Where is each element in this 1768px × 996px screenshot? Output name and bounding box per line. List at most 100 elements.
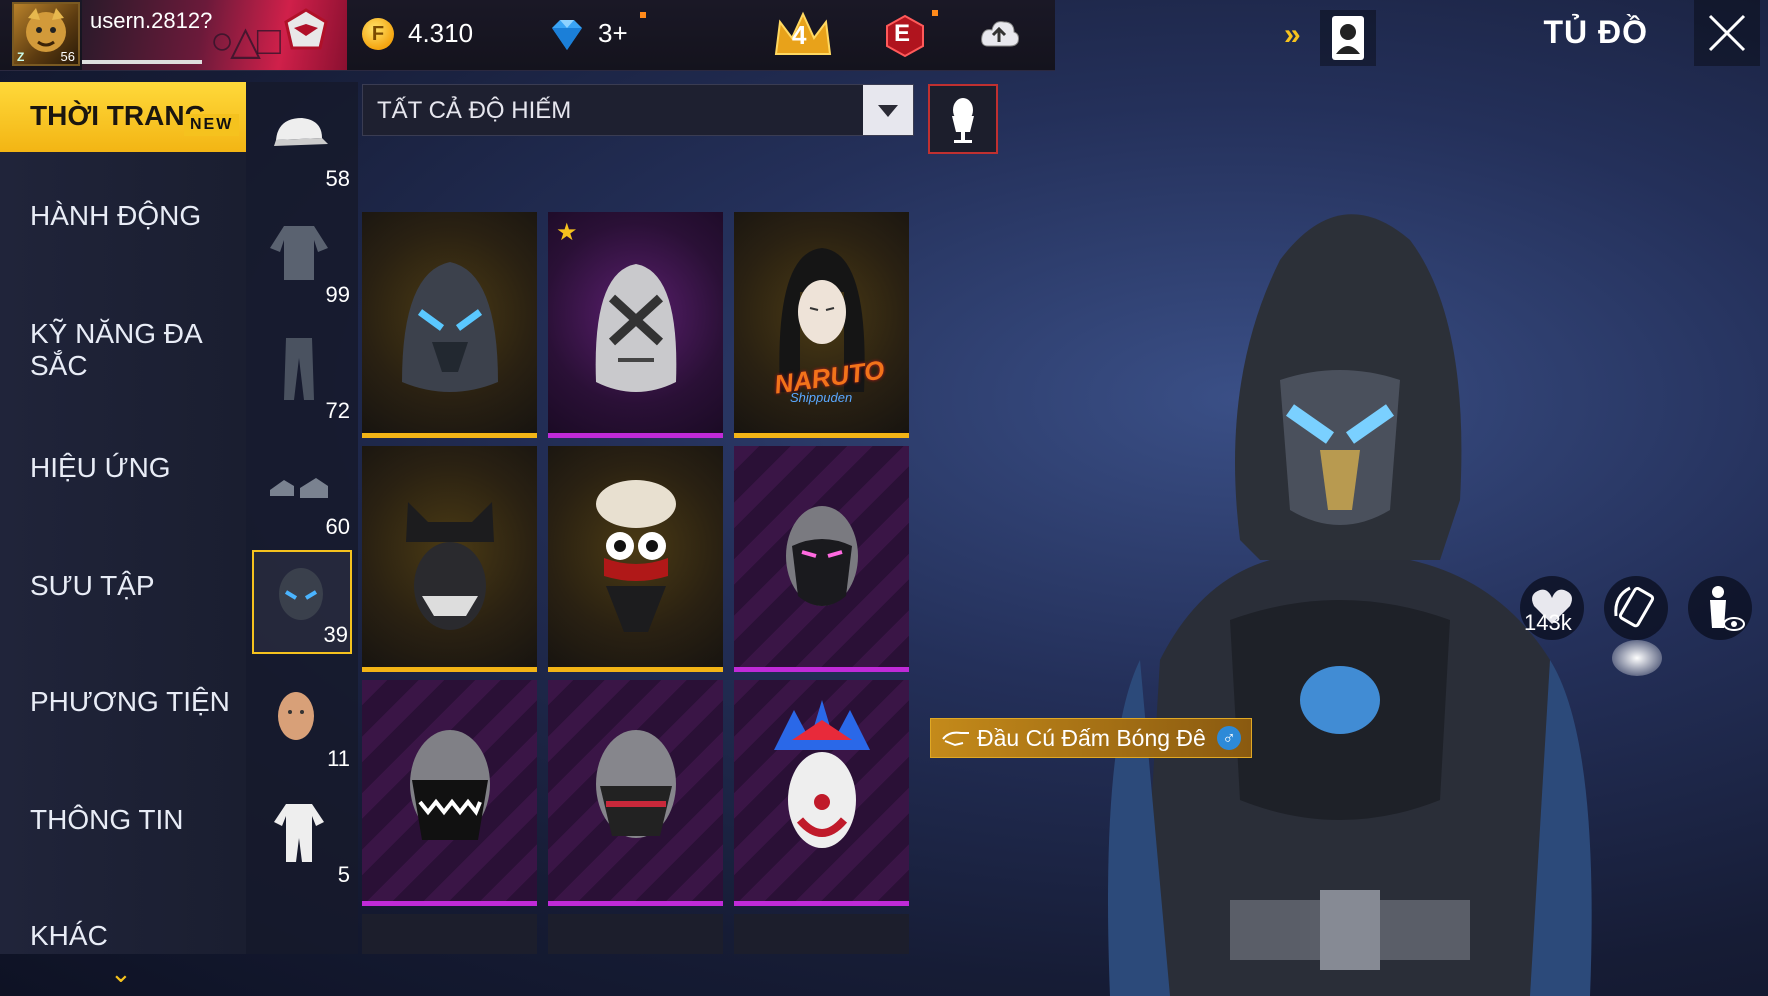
likes-count: 143k <box>1524 610 1572 635</box>
nav-label: THÔNG TIN <box>30 804 184 835</box>
item-tile[interactable] <box>548 680 723 906</box>
slot-count: 99 <box>325 282 350 307</box>
fang-mask-icon <box>596 730 676 838</box>
item-tile[interactable] <box>362 914 537 954</box>
nav-item-thong-tin[interactable]: THÔNG TIN <box>0 804 246 900</box>
avatar-badge: Z <box>17 50 25 64</box>
item-tile[interactable]: NARUTO Shippuden <box>734 212 909 438</box>
player-username: usern.2812? <box>90 8 213 33</box>
nav-item-ky-nang[interactable]: KỸ NĂNG ĐA SẮC <box>0 318 246 414</box>
slot-count: 58 <box>325 166 350 191</box>
nav-label: PHƯƠNG TIỆN <box>30 686 230 717</box>
slot-face[interactable]: 11 <box>252 672 352 776</box>
notification-dot <box>932 10 938 16</box>
character-eye-icon <box>1710 586 1745 631</box>
clown-mask-icon <box>774 700 870 848</box>
slot-count: 60 <box>325 514 350 539</box>
page-title: TỦ ĐỒ <box>1543 14 1648 50</box>
nav-label: HIỆU ỨNG <box>30 452 171 483</box>
player-level: 56 <box>60 49 75 64</box>
player-banner[interactable]: usern.2812? ○△□ <box>82 0 347 70</box>
slot-pants[interactable]: 72 <box>252 324 352 428</box>
item-tile[interactable] <box>734 914 909 954</box>
slot-count: 11 <box>327 746 350 771</box>
rarity-bar <box>362 901 537 906</box>
diamond-amount[interactable]: 3+ <box>598 18 628 49</box>
mannequin-button[interactable] <box>928 84 998 154</box>
slot-count: 72 <box>325 398 350 423</box>
nav-label: THỜI TRANG <box>30 100 207 131</box>
slot-column: 58 99 72 60 39 11 5 <box>246 82 358 954</box>
top-icon <box>270 226 328 280</box>
face-icon <box>278 692 314 740</box>
gold-coin-icon: F <box>362 18 394 50</box>
rarity-bar <box>734 667 909 672</box>
selected-item-name: Đầu Cú Đấm Bóng Đê <box>977 725 1206 751</box>
item-tile[interactable] <box>362 680 537 906</box>
teeth-mask-icon <box>410 730 490 840</box>
double-chevron-icon: » <box>1284 18 1301 51</box>
item-tile[interactable] <box>734 680 909 906</box>
pink-eye-mask-icon <box>786 506 858 606</box>
cloud-upload-icon[interactable] <box>978 14 1022 56</box>
nav-item-khac[interactable]: KHÁC <box>0 920 246 954</box>
close-button[interactable] <box>1694 0 1760 66</box>
item-tile[interactable] <box>362 446 537 672</box>
rotate-button[interactable] <box>1604 576 1668 640</box>
rarity-bar <box>362 433 537 438</box>
nav-label: KỸ NĂNG ĐA SẮC <box>30 318 202 381</box>
hand-point-icon <box>942 731 969 747</box>
rarity-bar <box>734 901 909 906</box>
slot-top[interactable]: 99 <box>252 208 352 312</box>
nav-item-phuong-tien[interactable]: PHƯƠNG TIỆN <box>0 686 246 782</box>
event-letter: E <box>894 20 911 47</box>
chevron-down-icon[interactable]: ⌄ <box>110 958 132 989</box>
dropdown-arrow-icon[interactable] <box>863 85 913 135</box>
pants-icon <box>284 338 314 400</box>
nav-item-hieu-ung[interactable]: HIỆU ỨNG <box>0 452 246 548</box>
rarity-bar <box>734 433 909 438</box>
xp-bar <box>82 60 202 64</box>
item-tile[interactable] <box>734 446 909 672</box>
rarity-bar <box>548 901 723 906</box>
rarity-filter-select[interactable]: TẤT CẢ ĐỘ HIẾM <box>362 84 914 136</box>
rotate-phone-icon <box>1614 586 1655 628</box>
rank-number: 4 <box>792 20 807 50</box>
favorite-star-icon[interactable]: ★ <box>556 218 578 247</box>
nav-item-hanh-dong[interactable]: HÀNH ĐỘNG <box>0 200 246 296</box>
shoes-icon <box>270 478 328 498</box>
eagle-emblem-icon <box>284 8 328 50</box>
slot-count: 5 <box>337 862 350 887</box>
slot-outfit[interactable]: 5 <box>252 788 352 892</box>
slot-shoes[interactable]: 60 <box>252 440 352 544</box>
hood-mask-icon <box>402 262 498 392</box>
notification-dot <box>640 12 646 18</box>
ticket-button[interactable] <box>1320 10 1376 66</box>
rarity-bar <box>548 433 723 438</box>
slot-head[interactable]: 39 <box>252 550 352 654</box>
view-character-button[interactable] <box>1688 576 1752 640</box>
nav-label: HÀNH ĐỘNG <box>30 200 202 231</box>
slot-cap[interactable]: 58 <box>252 92 352 196</box>
rarity-bar <box>362 667 537 672</box>
item-tile[interactable] <box>548 914 723 954</box>
new-badge: NEW <box>184 114 240 136</box>
character-card-icon <box>1332 16 1364 60</box>
close-icon <box>1708 14 1746 52</box>
diamond-icon <box>552 20 582 50</box>
item-tile[interactable] <box>362 212 537 438</box>
item-tile[interactable] <box>548 446 723 672</box>
glow-effect <box>1612 640 1662 676</box>
naruto-logo-sub: Shippuden <box>790 390 853 405</box>
nav-label: KHÁC <box>30 920 108 951</box>
mannequin-icon <box>952 98 974 143</box>
player-avatar[interactable]: Z 56 <box>12 2 80 66</box>
male-icon: ♂ <box>1217 726 1241 750</box>
top-bar: Z 56 usern.2812? ○△□ F 4.310 3+ 4 E <box>0 0 1055 71</box>
outfit-icon <box>274 804 324 862</box>
nav-item-suu-tap[interactable]: SƯU TẬP <box>0 570 246 666</box>
item-tile[interactable]: ★ <box>548 212 723 438</box>
clown-hat-icon <box>596 480 676 632</box>
slot-count: 39 <box>323 622 348 647</box>
cat-beanie-icon <box>406 502 494 630</box>
